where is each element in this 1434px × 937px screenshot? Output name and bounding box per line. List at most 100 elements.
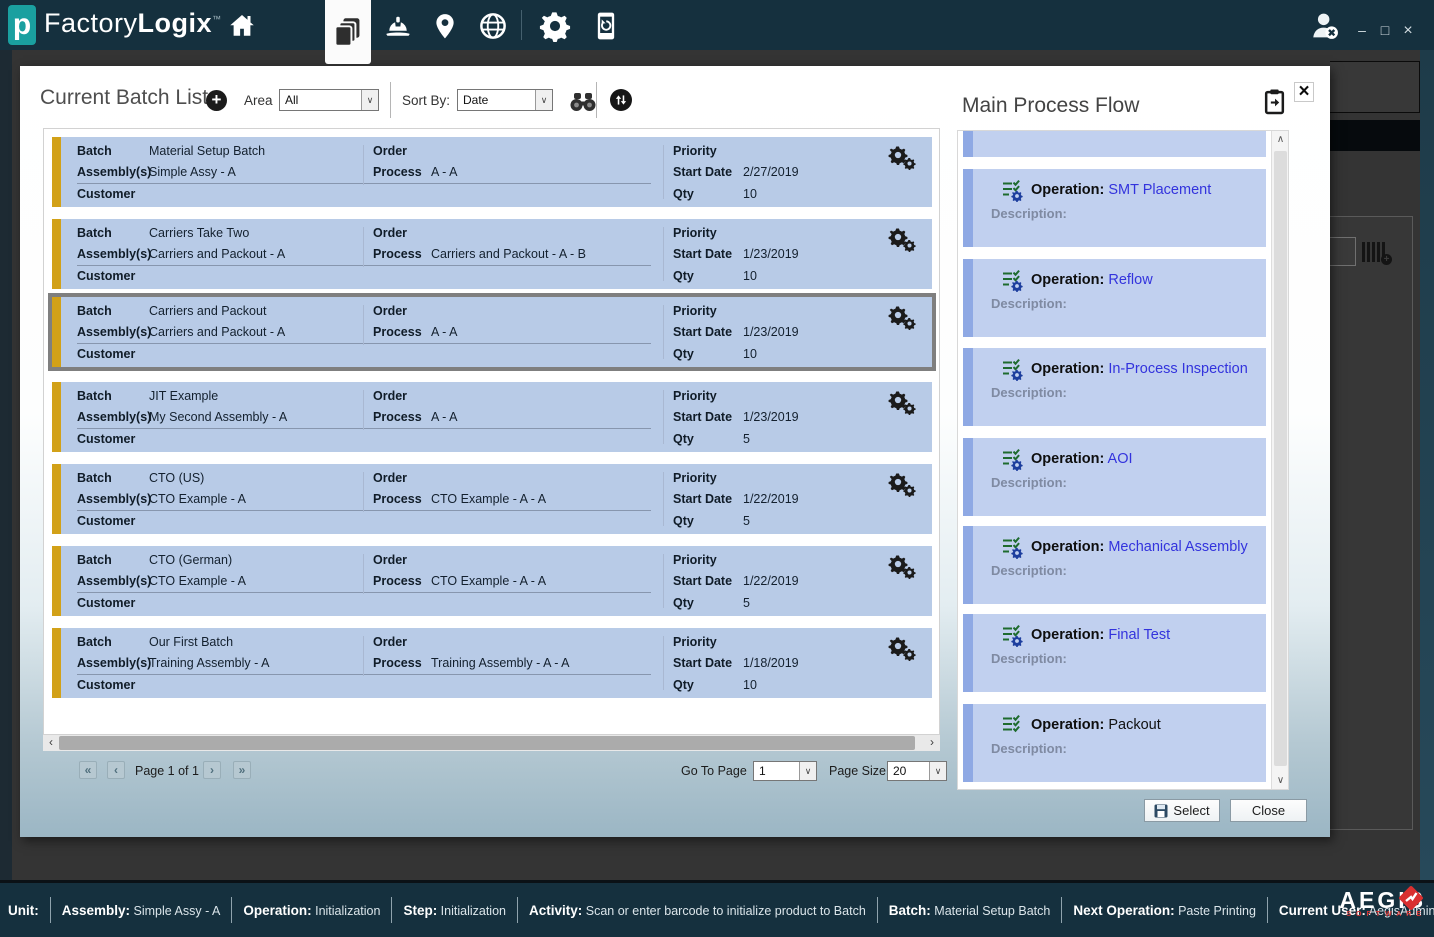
start-date-value: 1/23/2019: [743, 325, 799, 339]
operation-link[interactable]: Reflow: [1108, 272, 1152, 288]
activity-label: Activity:: [529, 903, 582, 918]
operation-card[interactable]: Operation: AOI Description:: [963, 438, 1266, 516]
horizontal-scrollbar[interactable]: ‹ ›: [43, 735, 940, 751]
process-label: Process: [373, 165, 431, 179]
page-indicator: Page 1 of 1: [135, 764, 199, 778]
select-button[interactable]: Select: [1144, 799, 1220, 822]
header-divider: [596, 82, 597, 118]
next-page-button[interactable]: ›: [203, 761, 221, 779]
operation-link[interactable]: Final Test: [1108, 627, 1170, 643]
aegis-software-logo: AEGIS SOFTWARE: [1339, 889, 1426, 918]
description-label: Description:: [991, 206, 1067, 221]
operation-link[interactable]: SMT Placement: [1108, 182, 1211, 198]
page-size-label: Page Size: [829, 764, 886, 778]
first-page-button[interactable]: «: [79, 761, 97, 779]
operation-checklist-gear-icon: [999, 535, 1023, 559]
dialog-title: Current Batch List: [40, 86, 208, 110]
batch-row[interactable]: BatchCTO (German) Assembly(s)CTO Example…: [52, 546, 932, 616]
globe-icon[interactable]: [473, 7, 513, 45]
operation-name[interactable]: Packout: [1108, 717, 1160, 733]
sort-by-label: Sort By:: [402, 93, 450, 108]
add-batch-button[interactable]: +: [206, 90, 227, 111]
batch-label: Batch:: [889, 903, 931, 918]
operation-link[interactable]: Mechanical Assembly: [1108, 539, 1247, 555]
window-close-button[interactable]: ×: [1398, 22, 1418, 40]
batch-row[interactable]: BatchOur First Batch Assembly(s)Training…: [52, 628, 932, 698]
clipboard-export-icon[interactable]: [1262, 88, 1288, 116]
operation-checklist-icon: [999, 713, 1023, 737]
chevron-down-icon: ∨: [799, 762, 816, 780]
batch-name: Our First Batch: [149, 635, 233, 649]
batch-settings-gears-icon[interactable]: [888, 305, 918, 335]
batch-name: Carriers Take Two: [149, 226, 249, 240]
last-page-button[interactable]: »: [233, 761, 251, 779]
operation-link[interactable]: In-Process Inspection: [1108, 361, 1247, 377]
operation-card[interactable]: Operation: Mechanical Assembly Descripti…: [963, 526, 1266, 604]
area-dropdown[interactable]: All ∨: [279, 89, 379, 111]
operation-card[interactable]: Operation: In-Process Inspection Descrip…: [963, 348, 1266, 426]
assembly-label: Assembly:: [62, 903, 130, 918]
close-button[interactable]: Close: [1230, 799, 1307, 822]
window-maximize-button[interactable]: □: [1375, 22, 1395, 38]
batch-settings-gears-icon[interactable]: [888, 472, 918, 502]
page-size-dropdown[interactable]: 20 ∨: [887, 761, 947, 781]
background-barcode-input: [1330, 237, 1356, 266]
layers-icon: [333, 16, 363, 48]
batch-row-selected[interactable]: BatchCarriers and Packout Assembly(s)Car…: [48, 293, 936, 371]
app-window: p FactoryLogix™: [0, 0, 1434, 937]
scroll-left-icon[interactable]: ‹: [43, 735, 59, 751]
operation-link[interactable]: AOI: [1108, 451, 1133, 467]
sort-by-dropdown[interactable]: Date ∨: [457, 89, 553, 111]
qty-label: Qty: [673, 187, 743, 201]
process-flow-title: Main Process Flow: [962, 94, 1139, 118]
batch-settings-gears-icon[interactable]: [888, 227, 918, 257]
search-binoculars-icon[interactable]: [568, 92, 598, 117]
operation-card[interactable]: Operation: Final Test Description:: [963, 614, 1266, 692]
customer-label: Customer: [77, 187, 135, 201]
close-icon[interactable]: ×: [1294, 82, 1314, 102]
scrollbar-thumb[interactable]: [59, 736, 915, 750]
batch-row[interactable]: BatchJIT Example Assembly(s)My Second As…: [52, 382, 932, 452]
save-floppy-icon: [1154, 804, 1168, 818]
home-icon[interactable]: [222, 7, 262, 45]
scrollbar-thumb[interactable]: [1274, 151, 1287, 766]
tab-batch-list-active[interactable]: [325, 0, 371, 64]
batch-row[interactable]: BatchCarriers Take Two Assembly(s)Carrie…: [52, 219, 932, 289]
chevron-down-icon: ∨: [361, 90, 378, 110]
qty-value: 10: [743, 347, 757, 361]
scroll-right-icon[interactable]: ›: [924, 735, 940, 751]
top-navigation-bar: p FactoryLogix™: [0, 0, 1434, 50]
batch-row[interactable]: BatchCTO (US) Assembly(s)CTO Example - A…: [52, 464, 932, 534]
background-panel: [1330, 216, 1413, 830]
batch-settings-gears-icon[interactable]: [888, 145, 918, 175]
previous-page-button[interactable]: ‹: [107, 761, 125, 779]
operation-card[interactable]: Operation: SMT Placement Description:: [963, 169, 1266, 247]
qty-value: 5: [743, 596, 750, 610]
batch-status-stripe: [52, 137, 61, 207]
location-pin-icon[interactable]: [425, 7, 465, 45]
chevron-down-icon: ∨: [929, 762, 946, 780]
batch-name: CTO (US): [149, 471, 204, 485]
device-sync-icon[interactable]: [586, 7, 626, 45]
scroll-down-icon[interactable]: ∨: [1272, 772, 1289, 789]
process-value: Carriers and Packout - A - B: [431, 247, 586, 261]
user-logout-icon[interactable]: [1305, 7, 1345, 45]
go-to-page-dropdown[interactable]: 1 ∨: [753, 761, 817, 781]
vertical-scrollbar[interactable]: ∧ ∨: [1271, 131, 1288, 789]
operator-hardhat-icon[interactable]: [378, 7, 418, 45]
batch-settings-gears-icon[interactable]: [888, 390, 918, 420]
batch-settings-gears-icon[interactable]: [888, 636, 918, 666]
settings-gear-icon[interactable]: [535, 7, 575, 45]
priority-label: Priority: [673, 144, 717, 158]
process-value: A - A: [431, 165, 457, 179]
background-left-strip: [0, 50, 12, 880]
operation-card[interactable]: Operation: Packout Description:: [963, 704, 1266, 782]
window-minimize-button[interactable]: –: [1352, 22, 1372, 38]
scroll-up-icon[interactable]: ∧: [1272, 131, 1289, 148]
batch-row[interactable]: BatchMaterial Setup Batch Assembly(s)Sim…: [52, 137, 932, 207]
refresh-icon[interactable]: [610, 89, 632, 111]
operation-card[interactable]: Operation: Reflow Description:: [963, 259, 1266, 337]
operation-card-partial[interactable]: [963, 130, 1266, 157]
batch-settings-gears-icon[interactable]: [888, 554, 918, 584]
chevron-down-icon: ∨: [535, 90, 552, 110]
